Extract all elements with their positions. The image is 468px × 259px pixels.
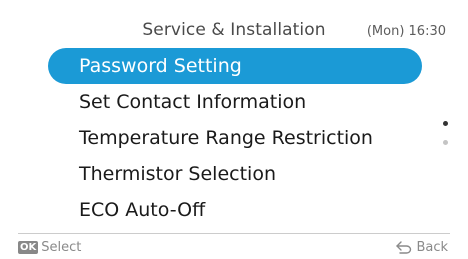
menu-item-thermistor-selection[interactable]: Thermistor Selection: [48, 156, 422, 192]
ok-button-icon: OK: [18, 241, 39, 254]
clock: (Mon) 16:30: [366, 24, 446, 39]
menu-item-temperature-range-restriction[interactable]: Temperature Range Restriction: [48, 120, 422, 156]
footer: OK Select Back: [0, 234, 468, 259]
menu-item-label: ECO Auto-Off: [79, 199, 206, 221]
back-label: Back: [416, 240, 448, 255]
screen: Service & Installation (Mon) 16:30 Passw…: [0, 0, 468, 259]
header: Service & Installation (Mon) 16:30: [0, 0, 468, 44]
menu-item-set-contact-information[interactable]: Set Contact Information: [48, 84, 422, 120]
menu-list: Password Setting Set Contact Information…: [0, 48, 468, 228]
menu-item-label: Password Setting: [79, 55, 242, 77]
menu-item-eco-auto-off[interactable]: ECO Auto-Off: [48, 192, 422, 228]
page-dot-inactive: [443, 140, 448, 145]
page-dot-active: [443, 121, 448, 126]
menu-item-label: Temperature Range Restriction: [79, 127, 373, 149]
back-hint[interactable]: Back: [396, 240, 448, 255]
menu-item-password-setting[interactable]: Password Setting: [48, 48, 422, 84]
select-hint[interactable]: OK Select: [18, 240, 81, 255]
menu-item-label: Thermistor Selection: [79, 163, 276, 185]
menu-item-label: Set Contact Information: [79, 91, 307, 113]
select-label: Select: [41, 240, 82, 255]
page-indicator: [442, 118, 450, 148]
return-arrow-icon: [396, 241, 412, 254]
